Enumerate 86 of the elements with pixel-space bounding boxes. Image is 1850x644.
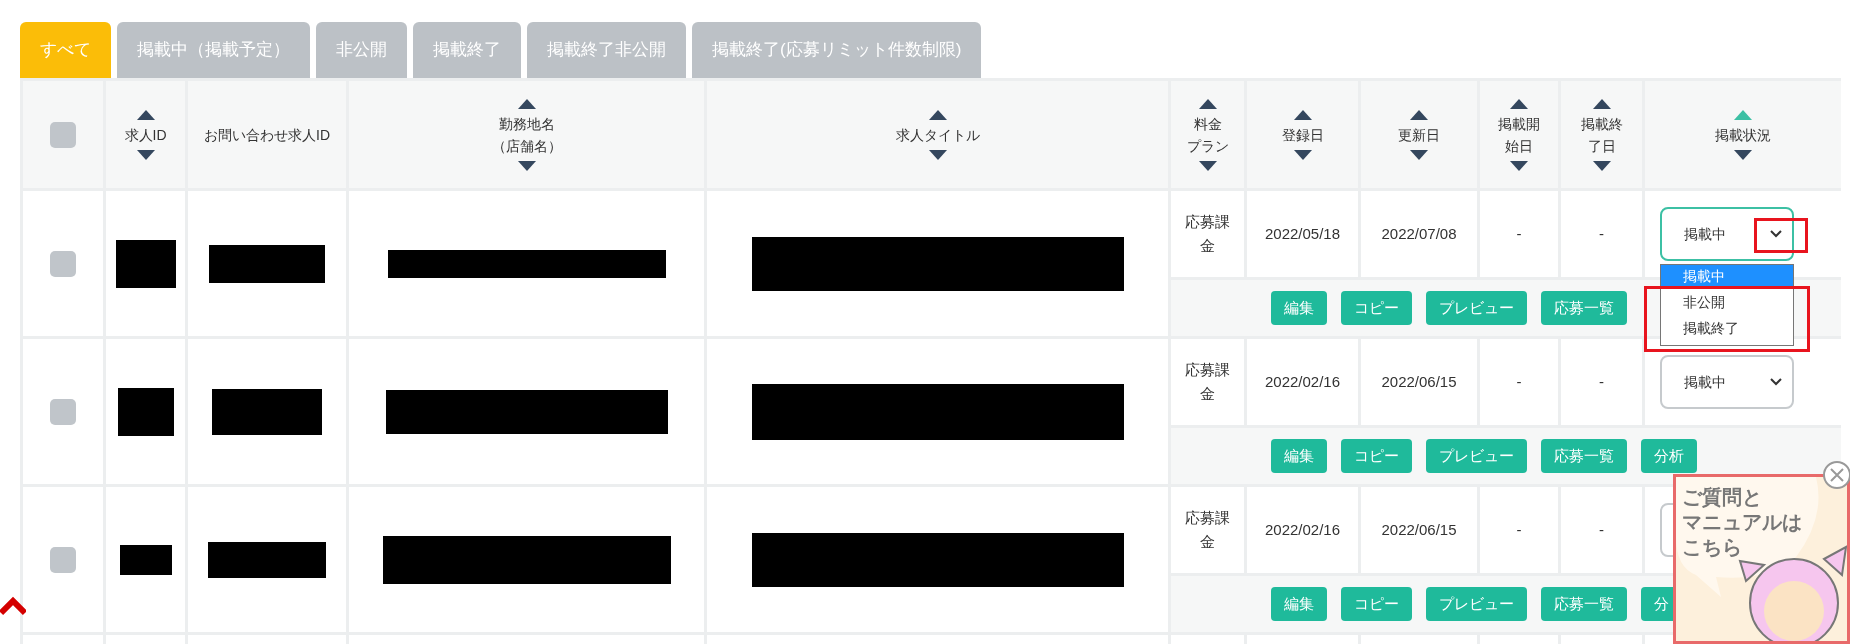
- column-header: 料金: [1193, 114, 1222, 134]
- column-header: 掲載状況: [1715, 125, 1771, 145]
- sort-down-icon[interactable]: [1510, 160, 1528, 171]
- table-cell-text: -: [1516, 223, 1522, 244]
- chevron-down-icon: [1770, 378, 1782, 386]
- sort-down-icon[interactable]: [136, 149, 155, 160]
- scroll-top-icon[interactable]: [0, 594, 26, 616]
- action-button[interactable]: プレビュー: [1426, 587, 1527, 621]
- column-header: プラン: [1186, 136, 1229, 156]
- column-header: 更新日: [1398, 125, 1440, 145]
- table-cell-text: -: [1599, 223, 1604, 244]
- help-text: ご質問と: [1682, 485, 1762, 510]
- table-cell-text: 応募課金: [1184, 508, 1231, 552]
- action-button[interactable]: 応募一覧: [1541, 587, 1627, 621]
- column-header: 始日: [1505, 136, 1533, 156]
- table-cell-text: 2022/05/18: [1264, 223, 1341, 244]
- column-header: 掲載開: [1498, 114, 1540, 134]
- column-header: （店舗名）: [491, 136, 562, 156]
- table-cell-text: 2022/07/08: [1381, 223, 1457, 244]
- sort-down-icon[interactable]: [1198, 160, 1217, 171]
- help-tooltip[interactable]: ご質問と マニュアルは こちら: [1673, 474, 1850, 644]
- column-header: 登録日: [1281, 125, 1324, 145]
- action-button[interactable]: コピー: [1341, 291, 1412, 325]
- action-button[interactable]: コピー: [1341, 439, 1412, 473]
- sort-down-icon[interactable]: [928, 149, 947, 160]
- tab[interactable]: 掲載終了: [413, 22, 521, 78]
- column-header: 勤務地名: [498, 114, 555, 134]
- redaction-bar: [119, 544, 172, 575]
- dropdown-option[interactable]: 掲載中: [1661, 265, 1793, 287]
- sort-up-icon[interactable]: [517, 98, 536, 109]
- table-cell-text: 2022/06/15: [1381, 519, 1457, 540]
- table-cell-text: -: [1516, 519, 1522, 540]
- action-button[interactable]: 編集: [1271, 439, 1327, 473]
- dropdown-option[interactable]: 非公開: [1683, 291, 1725, 313]
- table-cell-text: 2022/06/15: [1381, 371, 1457, 392]
- sort-up-icon[interactable]: [1293, 109, 1312, 120]
- dropdown-option[interactable]: 掲載終了: [1683, 317, 1739, 339]
- table-cell-text: 2022/02/16: [1264, 519, 1341, 540]
- sort-up-icon[interactable]: [1198, 98, 1217, 109]
- checkbox[interactable]: [50, 546, 76, 573]
- close-icon[interactable]: [1822, 460, 1850, 490]
- sort-up-icon[interactable]: [136, 109, 155, 120]
- chevron-down-icon: [1770, 230, 1782, 238]
- sort-up-icon[interactable]: [1592, 98, 1611, 109]
- table-cell-text: 応募課金: [1184, 212, 1231, 256]
- checkbox[interactable]: [50, 250, 76, 277]
- tab[interactable]: 掲載終了(応募リミット件数制限): [692, 22, 982, 78]
- help-text: こちら: [1682, 535, 1742, 560]
- sort-up-icon[interactable]: [928, 109, 947, 120]
- tab[interactable]: 掲載中（掲載予定）: [117, 22, 310, 78]
- action-button[interactable]: コピー: [1341, 587, 1412, 621]
- table-cell-text: 2022/02/16: [1264, 371, 1341, 392]
- checkbox[interactable]: [50, 121, 76, 148]
- column-header: 求人ID: [124, 125, 167, 145]
- tab[interactable]: すべて: [20, 22, 111, 78]
- action-button[interactable]: プレビュー: [1426, 291, 1527, 325]
- column-header: 求人タイトル: [895, 125, 980, 145]
- action-button[interactable]: 応募一覧: [1541, 439, 1627, 473]
- sort-down-icon[interactable]: [1293, 149, 1312, 160]
- highlight-frame: [1754, 218, 1808, 253]
- column-header: 掲載終: [1580, 114, 1623, 134]
- action-button[interactable]: 編集: [1271, 291, 1327, 325]
- tab[interactable]: 掲載終了非公開: [527, 22, 686, 78]
- sort-down-icon[interactable]: [1734, 149, 1752, 160]
- redaction-bar: [117, 387, 174, 436]
- action-button[interactable]: 応募一覧: [1541, 291, 1627, 325]
- action-button[interactable]: 分析: [1641, 439, 1697, 473]
- sort-down-icon[interactable]: [1592, 160, 1611, 171]
- table-cell-text: -: [1599, 519, 1604, 540]
- checkbox[interactable]: [50, 398, 76, 425]
- table-cell-text: 応募課金: [1184, 360, 1231, 404]
- table-cell-text: -: [1599, 371, 1604, 392]
- sort-up-icon[interactable]: [1510, 98, 1528, 109]
- status-select[interactable]: 掲載中: [1660, 207, 1794, 261]
- status-select[interactable]: 掲載中: [1660, 355, 1794, 409]
- tab[interactable]: 非公開: [316, 22, 407, 78]
- sort-down-icon[interactable]: [517, 160, 536, 171]
- help-text: マニュアルは: [1682, 510, 1802, 535]
- column-header: お問い合わせ求人ID: [203, 125, 331, 145]
- sort-up-icon[interactable]: [1410, 109, 1428, 120]
- redaction-bar: [115, 239, 176, 288]
- sort-down-icon[interactable]: [1410, 149, 1428, 160]
- action-button[interactable]: プレビュー: [1426, 439, 1527, 473]
- action-button[interactable]: 編集: [1271, 587, 1327, 621]
- table-cell-text: -: [1516, 371, 1522, 392]
- column-header: 了日: [1587, 136, 1616, 156]
